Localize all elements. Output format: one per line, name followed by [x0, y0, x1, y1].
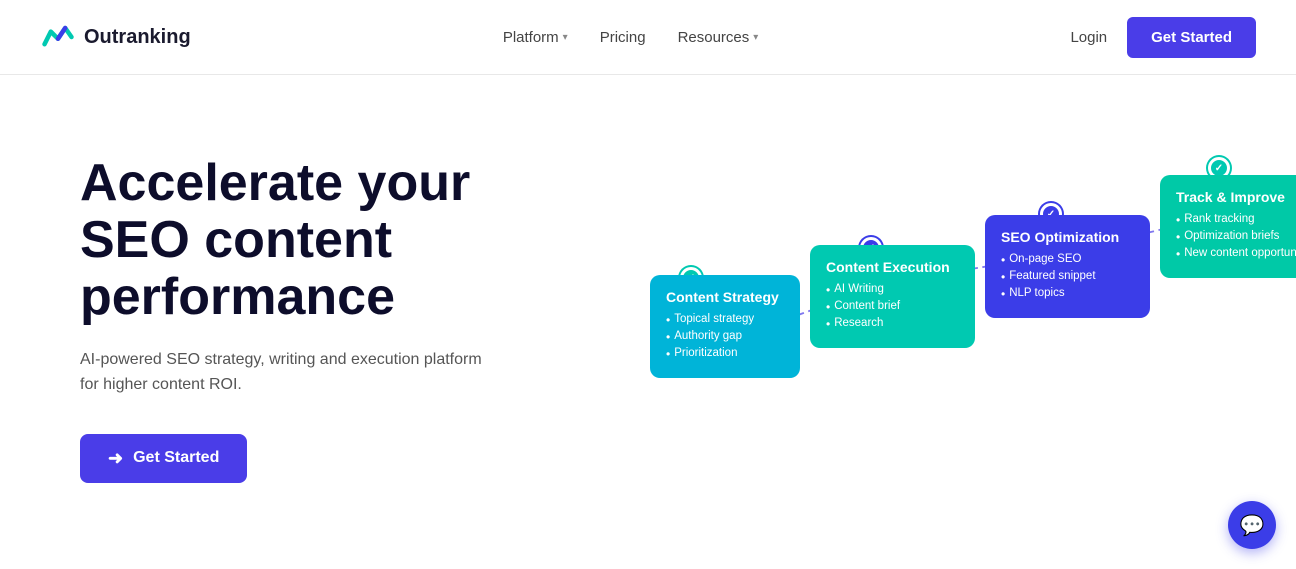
logo[interactable]: Outranking — [40, 19, 191, 55]
list-item: Topical strategy — [666, 313, 784, 327]
card-seo-items: On-page SEO Featured snippet NLP topics — [1001, 253, 1134, 301]
list-item: Optimization briefs — [1176, 230, 1296, 244]
card-seo-optimization: SEO Optimization On-page SEO Featured sn… — [985, 215, 1150, 318]
hero-section: Accelerate your SEO content performance … — [0, 75, 1296, 569]
list-item: On-page SEO — [1001, 253, 1134, 267]
list-item: Rank tracking — [1176, 213, 1296, 227]
hero-subtitle: AI-powered SEO strategy, writing and exe… — [80, 347, 500, 398]
hero-title: Accelerate your SEO content performance — [80, 155, 570, 327]
login-link[interactable]: Login — [1070, 29, 1107, 46]
card-track-items: Rank tracking Optimization briefs New co… — [1176, 213, 1296, 261]
card-content-execution: Content Execution AI Writing Content bri… — [810, 245, 975, 348]
hero-diagram: Content Strategy Topical strategy Author… — [630, 145, 1256, 565]
list-item: Authority gap — [666, 330, 784, 344]
card-strategy-title: Content Strategy — [666, 289, 784, 305]
nav-right: Login Get Started — [1070, 17, 1256, 58]
card-track-improve: Track & Improve Rank tracking Optimizati… — [1160, 175, 1296, 278]
nav-resources[interactable]: Resources ▾ — [678, 29, 759, 46]
chat-icon: 💬 — [1240, 513, 1265, 538]
hero-get-started-button[interactable]: ➜ Get Started — [80, 434, 247, 483]
nav-links: Platform ▾ Pricing Resources ▾ — [503, 29, 758, 46]
chevron-down-icon: ▾ — [753, 32, 758, 43]
card-execution-items: AI Writing Content brief Research — [826, 283, 959, 331]
nav-get-started-button[interactable]: Get Started — [1127, 17, 1256, 58]
list-item: Research — [826, 317, 959, 331]
card-seo-title: SEO Optimization — [1001, 229, 1134, 245]
chat-widget[interactable]: 💬 — [1228, 501, 1276, 549]
card-track-title: Track & Improve — [1176, 189, 1296, 205]
nav-pricing[interactable]: Pricing — [600, 29, 646, 46]
hero-left: Accelerate your SEO content performance … — [80, 135, 570, 483]
navbar: Outranking Platform ▾ Pricing Resources … — [0, 0, 1296, 75]
list-item: Featured snippet — [1001, 270, 1134, 284]
logo-icon — [40, 19, 76, 55]
brand-name: Outranking — [84, 26, 191, 49]
nav-platform[interactable]: Platform ▾ — [503, 29, 568, 46]
chevron-down-icon: ▾ — [563, 32, 568, 43]
arrow-right-icon: ➜ — [108, 448, 123, 469]
card-strategy-items: Topical strategy Authority gap Prioritiz… — [666, 313, 784, 361]
diagram-container: Content Strategy Topical strategy Author… — [630, 145, 1256, 565]
list-item: Content brief — [826, 300, 959, 314]
list-item: Prioritization — [666, 347, 784, 361]
card-content-strategy: Content Strategy Topical strategy Author… — [650, 275, 800, 378]
list-item: NLP topics — [1001, 287, 1134, 301]
card-execution-title: Content Execution — [826, 259, 959, 275]
list-item: AI Writing — [826, 283, 959, 297]
list-item: New content opportunities — [1176, 247, 1296, 261]
